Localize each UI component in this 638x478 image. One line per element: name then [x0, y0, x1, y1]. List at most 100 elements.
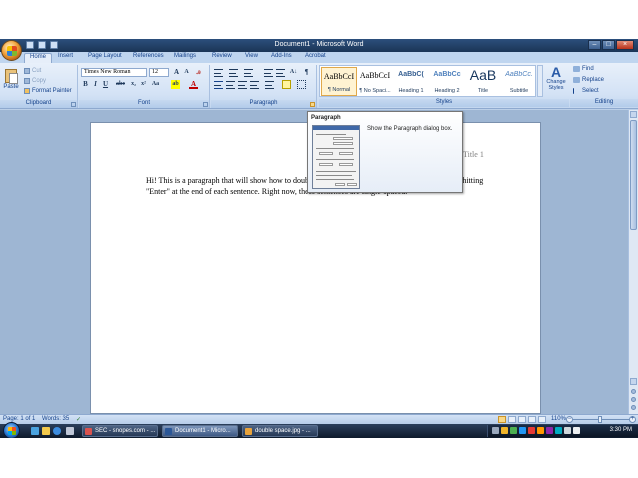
replace-button[interactable]: Replace	[573, 77, 604, 83]
tray-app-icon[interactable]	[501, 427, 508, 434]
justify-icon[interactable]	[250, 81, 259, 89]
paste-button[interactable]: Paste	[3, 67, 19, 97]
explorer-icon[interactable]	[42, 427, 50, 435]
draft-view-button[interactable]	[538, 416, 546, 423]
print-layout-view-button[interactable]	[498, 416, 506, 423]
select-button[interactable]: Select	[573, 88, 599, 94]
style-normal[interactable]: AaBbCcI ¶ Normal	[321, 67, 357, 96]
tab-acrobat[interactable]: Acrobat	[305, 53, 326, 59]
superscript-icon[interactable]: x²	[139, 80, 148, 89]
web-layout-view-button[interactable]	[518, 416, 526, 423]
underline-icon[interactable]: U	[101, 80, 110, 89]
office-button[interactable]	[1, 40, 22, 61]
scroll-down-icon[interactable]	[630, 378, 637, 385]
tray-antivirus-icon[interactable]	[528, 427, 535, 434]
tab-review[interactable]: Review	[212, 53, 232, 59]
internet-explorer-icon[interactable]	[53, 427, 61, 435]
volume-icon[interactable]	[573, 427, 580, 434]
cut-button[interactable]: Cut	[24, 68, 41, 74]
tab-page-layout[interactable]: Page Layout	[88, 53, 122, 59]
tab-insert[interactable]: Insert	[58, 53, 73, 59]
paragraph-launcher-icon[interactable]	[310, 102, 315, 107]
next-page-icon[interactable]	[631, 405, 636, 410]
style-no-spacing[interactable]: AaBbCcI ¶ No Spaci...	[357, 67, 393, 96]
tray-app3-icon[interactable]	[546, 427, 553, 434]
clipboard-group: Paste Cut Copy Format Painter Clipboard	[0, 65, 78, 108]
tray-expand-icon[interactable]	[492, 427, 499, 434]
tray-update-icon[interactable]	[519, 427, 526, 434]
shading-icon[interactable]	[282, 80, 291, 89]
scroll-thumb[interactable]	[630, 120, 637, 230]
show-formatting-icon[interactable]: ¶	[302, 68, 311, 77]
task-word-document[interactable]: Document1 - Micro...	[162, 425, 238, 437]
strikethrough-icon[interactable]: abc	[116, 80, 125, 89]
clipboard-launcher-icon[interactable]	[71, 102, 76, 107]
numbering-icon[interactable]	[229, 69, 238, 77]
taskbar-clock[interactable]: 3:30 PM	[610, 427, 632, 433]
vertical-scrollbar[interactable]	[628, 110, 638, 414]
proofing-icon[interactable]: ✓	[76, 416, 81, 423]
tab-home[interactable]: Home	[24, 53, 53, 63]
close-button[interactable]: ×	[616, 40, 634, 50]
shrink-font-icon[interactable]: A	[182, 68, 191, 77]
tray-app4-icon[interactable]	[555, 427, 562, 434]
line-spacing-icon[interactable]	[265, 81, 274, 89]
zoom-out-icon[interactable]: −	[566, 416, 573, 423]
tab-add-ins[interactable]: Add-Ins	[271, 53, 292, 59]
sort-icon[interactable]: A↓	[289, 68, 298, 77]
bold-icon[interactable]: B	[81, 80, 90, 89]
tab-view[interactable]: View	[245, 53, 258, 59]
zoom-slider-thumb[interactable]	[598, 416, 602, 423]
grow-font-icon[interactable]: A	[172, 68, 181, 77]
scroll-up-icon[interactable]	[630, 111, 637, 118]
clear-formatting-icon[interactable]: ꭿ	[194, 68, 203, 77]
font-name-combo[interactable]: Times New Roman	[81, 68, 147, 77]
page-count[interactable]: Page: 1 of 1	[3, 416, 35, 422]
full-screen-reading-view-button[interactable]	[508, 416, 516, 423]
styles-gallery-scroll[interactable]	[537, 65, 543, 97]
quick-launch-more-icon[interactable]	[66, 427, 74, 435]
minimize-button[interactable]: –	[588, 40, 601, 50]
outline-view-button[interactable]	[528, 416, 536, 423]
start-button[interactable]	[3, 422, 20, 438]
tab-references[interactable]: References	[133, 53, 164, 59]
task-snopes[interactable]: SEC - snopes.com - ...	[82, 425, 158, 437]
font-launcher-icon[interactable]	[203, 102, 208, 107]
maximize-button[interactable]: □	[602, 40, 615, 50]
show-desktop-icon[interactable]	[31, 427, 39, 435]
align-left-icon[interactable]	[214, 81, 223, 89]
subscript-icon[interactable]: x₂	[129, 80, 138, 89]
style-heading-2-label: Heading 2	[434, 88, 460, 94]
font-color-icon[interactable]: A	[189, 80, 198, 89]
decrease-indent-icon[interactable]	[264, 69, 273, 77]
align-center-icon[interactable]	[226, 81, 235, 89]
highlight-icon[interactable]: ab	[171, 80, 180, 89]
align-right-icon[interactable]	[238, 81, 247, 89]
bullets-icon[interactable]	[214, 69, 223, 77]
italic-icon[interactable]: I	[91, 80, 100, 89]
style-title[interactable]: AaB Title	[465, 67, 501, 96]
style-heading-1-sample: AaBbC(	[398, 71, 424, 78]
multilevel-list-icon[interactable]	[244, 69, 253, 77]
increase-indent-icon[interactable]	[276, 69, 285, 77]
style-heading-1[interactable]: AaBbC( Heading 1	[393, 67, 429, 96]
find-button[interactable]: Find	[573, 66, 594, 72]
change-styles-button[interactable]: A Change Styles	[545, 65, 567, 97]
task-image-viewer[interactable]: double space.jpg - ...	[242, 425, 318, 437]
style-subtitle[interactable]: AaBbCc. Subtitle	[501, 67, 537, 96]
tray-app2-icon[interactable]	[537, 427, 544, 434]
style-heading-2[interactable]: AaBbCc Heading 2	[429, 67, 465, 96]
borders-icon[interactable]	[297, 80, 306, 89]
change-case-icon[interactable]: Aa	[151, 80, 160, 89]
select-browse-object-icon[interactable]	[631, 397, 636, 402]
copy-button[interactable]: Copy	[24, 78, 46, 84]
font-size-combo[interactable]: 12	[149, 68, 169, 77]
previous-page-icon[interactable]	[631, 389, 636, 394]
zoom-in-icon[interactable]: +	[629, 416, 636, 423]
tray-security-icon[interactable]	[510, 427, 517, 434]
tab-mailings[interactable]: Mailings	[174, 53, 196, 59]
format-painter-button[interactable]: Format Painter	[24, 88, 72, 94]
zoom-level[interactable]: 110%	[551, 416, 566, 422]
word-count[interactable]: Words: 35	[42, 416, 69, 422]
network-icon[interactable]	[564, 427, 571, 434]
